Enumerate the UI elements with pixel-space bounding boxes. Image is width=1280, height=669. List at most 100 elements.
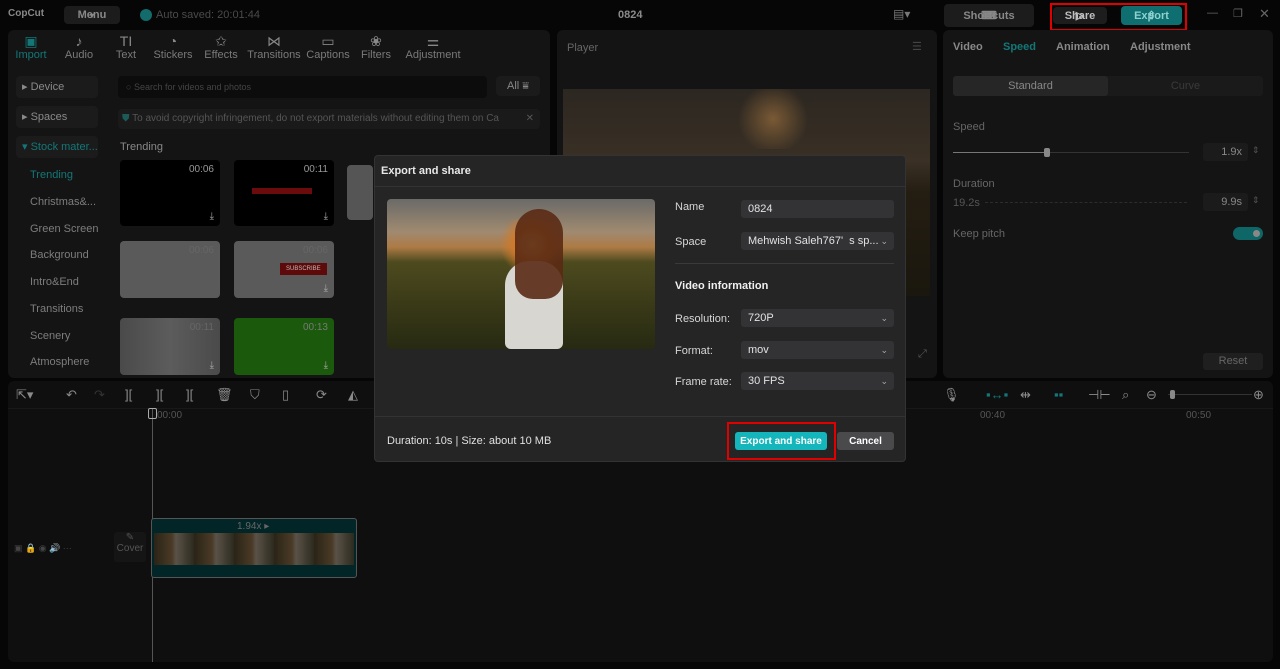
media-thumb[interactable]: 00:06 bbox=[120, 241, 220, 298]
split-left-icon[interactable]: ][ bbox=[156, 387, 163, 402]
video-clip[interactable]: 1.94x ▸ bbox=[151, 518, 357, 578]
duration-stepper-icon[interactable]: ⇕ bbox=[1252, 195, 1260, 206]
minimize-icon[interactable]: — bbox=[1207, 7, 1218, 19]
tab-adjustment[interactable]: ⚌ Adjustment bbox=[403, 33, 463, 61]
reverse-icon[interactable]: ⟳ bbox=[316, 387, 327, 403]
tab-video[interactable]: Video bbox=[953, 41, 983, 53]
menu-button[interactable]: Menu ▾ bbox=[64, 6, 120, 24]
player-menu-icon[interactable]: ☰ bbox=[912, 40, 922, 53]
media-thumb[interactable] bbox=[347, 165, 373, 220]
undo-icon[interactable]: ↶ bbox=[66, 387, 77, 403]
sidebar-stock-materials[interactable]: ▾ Stock mater... bbox=[16, 136, 98, 158]
fullscreen-icon[interactable]: ⤢ bbox=[918, 348, 927, 361]
name-input[interactable]: 0824 bbox=[741, 200, 894, 218]
duration-value-field[interactable]: 9.9s bbox=[1203, 193, 1248, 211]
mode-label: Standard bbox=[1008, 80, 1053, 92]
close-icon[interactable]: ✕ bbox=[1259, 6, 1270, 22]
sidebar-item-intro-end[interactable]: Intro&End bbox=[30, 276, 79, 288]
link-icon[interactable]: ▪▪ bbox=[1054, 387, 1063, 402]
format-select[interactable]: mov ⌄ bbox=[741, 341, 894, 359]
split-icon[interactable]: ][ bbox=[125, 387, 132, 402]
mode-curve[interactable]: Curve bbox=[1108, 76, 1263, 96]
main-track-magnet-icon[interactable]: ▪↔▪ bbox=[986, 387, 1008, 402]
resolution-select[interactable]: 720P ⌄ bbox=[741, 309, 894, 327]
sidebar-item-background[interactable]: Background bbox=[30, 249, 89, 261]
download-icon[interactable]: ⤓ bbox=[324, 283, 328, 294]
download-icon[interactable]: ⤓ bbox=[324, 211, 328, 222]
cancel-button[interactable]: Cancel bbox=[837, 432, 894, 450]
framerate-select[interactable]: 30 FPS ⌄ bbox=[741, 372, 894, 390]
zoom-slider[interactable] bbox=[1168, 390, 1252, 399]
zoom-in-icon[interactable]: ⊕ bbox=[1253, 387, 1264, 403]
tab-adjustment[interactable]: Adjustment bbox=[1130, 41, 1191, 53]
speed-stepper-icon[interactable]: ⇕ bbox=[1252, 145, 1260, 156]
sidebar-device[interactable]: ▸ Device bbox=[16, 76, 98, 98]
ruler-label: 00:40 bbox=[980, 410, 1006, 421]
subscribe-graphic bbox=[252, 188, 312, 194]
microphone-icon[interactable]: 🎙 bbox=[943, 387, 960, 403]
zoom-slider-handle[interactable] bbox=[1170, 390, 1175, 399]
divider bbox=[375, 416, 905, 417]
layout-icon[interactable]: ▤▾ bbox=[893, 7, 910, 21]
marker-icon[interactable]: ⛉ bbox=[250, 387, 260, 403]
select-tool-icon[interactable]: ⇱▾ bbox=[16, 387, 33, 403]
export-button[interactable]: ⇪ Export bbox=[1121, 6, 1182, 25]
restore-icon[interactable]: ❐ bbox=[1233, 7, 1243, 20]
tab-speed[interactable]: Speed bbox=[1003, 41, 1036, 53]
sidebar-label: Spaces bbox=[30, 111, 68, 123]
divider bbox=[675, 263, 894, 264]
delete-icon[interactable]: 🗑 bbox=[216, 387, 233, 403]
share-button[interactable]: ▷ Share bbox=[1053, 7, 1107, 24]
tab-animation[interactable]: Animation bbox=[1056, 41, 1110, 53]
tab-effects[interactable]: ✩ Effects bbox=[193, 33, 249, 61]
reset-button[interactable]: Reset bbox=[1203, 353, 1263, 370]
mode-standard[interactable]: Standard bbox=[953, 76, 1108, 96]
freeze-icon[interactable]: ▯ bbox=[282, 387, 289, 403]
tab-transitions[interactable]: ⋈ Transitions bbox=[246, 33, 302, 61]
download-icon[interactable]: ⤓ bbox=[210, 360, 214, 371]
media-thumb[interactable]: 00:11 ⤓ bbox=[234, 160, 334, 226]
split-right-icon[interactable]: ][ bbox=[186, 387, 193, 402]
sidebar-spaces[interactable]: ▸ Spaces bbox=[16, 106, 98, 128]
shortcuts-button[interactable]: ⌨ Shortcuts bbox=[944, 4, 1034, 27]
media-thumb[interactable]: 00:06 SUBSCRIBE ⤓ bbox=[234, 241, 334, 298]
download-icon[interactable]: ⤓ bbox=[324, 360, 328, 371]
keep-pitch-toggle[interactable] bbox=[1233, 227, 1263, 240]
search-icon: ○ bbox=[126, 82, 132, 92]
sidebar-label: Device bbox=[30, 81, 65, 93]
download-icon[interactable]: ⤓ bbox=[210, 211, 214, 222]
zoom-out-icon[interactable]: ⊖ bbox=[1146, 387, 1157, 403]
search-input[interactable]: ○ Search for videos and photos bbox=[118, 76, 487, 98]
sidebar-item-scenery[interactable]: Scenery bbox=[30, 330, 70, 342]
sidebar-item-atmosphere[interactable]: Atmosphere bbox=[30, 356, 89, 368]
tab-label: Import bbox=[15, 49, 47, 61]
space-select[interactable]: Mehwish Saleh767' s sp... ⌄ bbox=[741, 232, 894, 250]
media-thumb[interactable]: 00:13 ⤓ bbox=[234, 318, 334, 375]
sidebar-item-transitions[interactable]: Transitions bbox=[30, 303, 83, 315]
speed-slider-handle[interactable] bbox=[1044, 148, 1051, 157]
track-icon[interactable]: ▣ 🔒 ◉ 🔊 ··· bbox=[14, 543, 72, 554]
playhead-handle[interactable] bbox=[148, 408, 157, 419]
duration: 00:06 bbox=[188, 245, 214, 256]
snap-icon[interactable]: ⇹ bbox=[1020, 387, 1031, 403]
redo-icon[interactable]: ↷ bbox=[94, 387, 105, 403]
zoom-fit-icon[interactable]: ⌕ bbox=[1122, 387, 1129, 403]
sidebar-item-trending[interactable]: Trending bbox=[30, 169, 73, 181]
sidebar-item-christmas[interactable]: Christmas&... bbox=[30, 196, 96, 208]
export-and-share-button[interactable]: Export and share bbox=[735, 432, 827, 450]
duration-original: 19.2s bbox=[953, 197, 980, 209]
tab-filters[interactable]: ❀ Filters bbox=[348, 33, 404, 61]
split-preview-icon[interactable]: ⊣⊢ bbox=[1088, 387, 1111, 403]
speed-value-field[interactable]: 1.9x bbox=[1203, 143, 1248, 161]
filter-button[interactable]: All ⩸ bbox=[496, 76, 540, 96]
name-value: 0824 bbox=[748, 203, 773, 215]
close-notice-icon[interactable]: ✕ bbox=[526, 109, 534, 129]
sidebar-item-green-screen[interactable]: Green Screen bbox=[30, 223, 98, 235]
speed-slider[interactable] bbox=[953, 148, 1189, 157]
mirror-icon[interactable]: ◭ bbox=[348, 387, 358, 403]
tab-label: Filters bbox=[361, 49, 391, 61]
cover-button[interactable]: ✎ Cover bbox=[114, 532, 146, 562]
media-thumb[interactable]: 00:11 ⤓ bbox=[120, 318, 220, 375]
media-thumb[interactable]: 00:06 ⤓ bbox=[120, 160, 220, 226]
tab-label: Stickers bbox=[153, 49, 193, 61]
